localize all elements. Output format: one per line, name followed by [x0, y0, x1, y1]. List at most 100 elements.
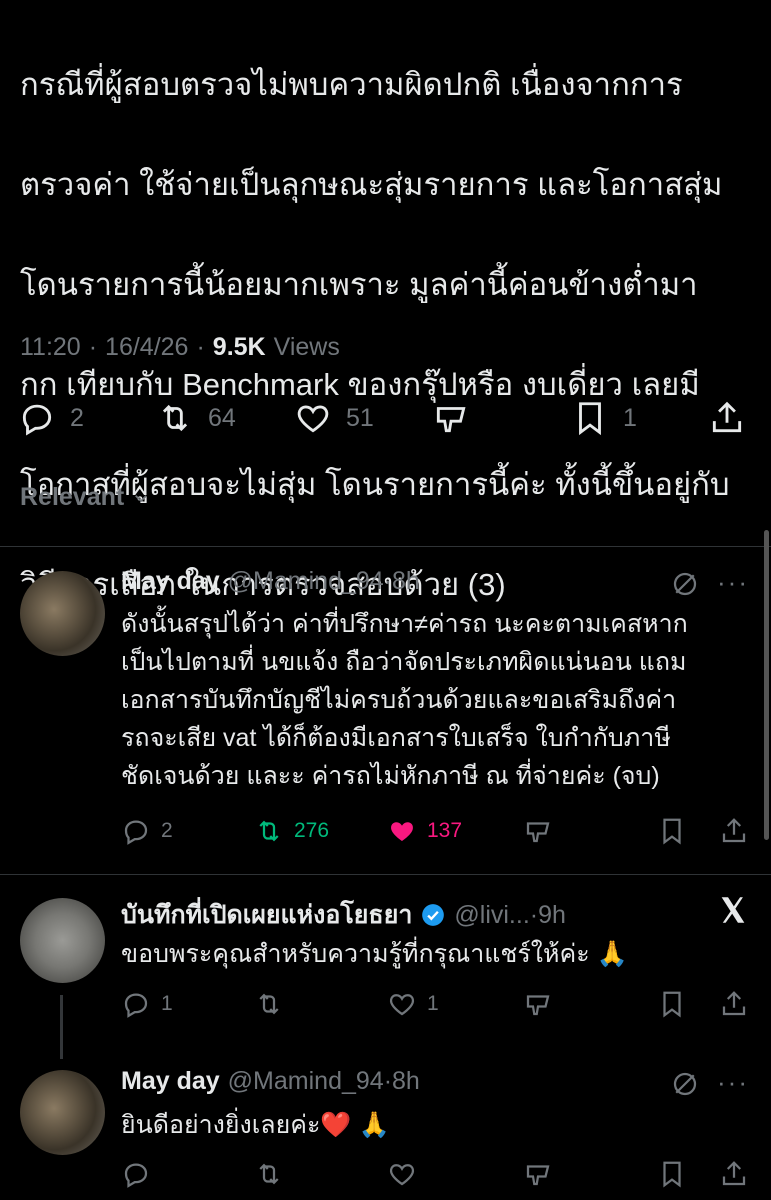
reply-time[interactable]: 8h — [392, 1067, 420, 1096]
bookmark-button[interactable] — [657, 813, 687, 849]
bookmark-button[interactable] — [657, 1156, 687, 1192]
repost-count: 276 — [294, 819, 330, 842]
analytics-icon — [436, 407, 466, 433]
display-name[interactable]: บันทึกที่เปิดเผยแห่งอโยธยา — [121, 895, 412, 935]
thread-connector — [60, 995, 63, 1059]
bookmark-button[interactable] — [657, 986, 687, 1022]
meta-separator: · — [383, 567, 393, 595]
bookmark-icon — [663, 991, 681, 1018]
user-handle[interactable]: @Mamind_94 — [228, 567, 384, 596]
share-button[interactable] — [719, 1156, 749, 1192]
display-name[interactable]: May day — [121, 567, 220, 596]
verified-badge-icon — [422, 904, 445, 926]
repost-icon — [259, 1163, 279, 1185]
reply-actions: 1 1 — [121, 986, 753, 1022]
views-label: Views — [273, 333, 340, 361]
avatar[interactable] — [20, 898, 105, 983]
reply-header: บันทึกที่เปิดเผยแห่งอโยธยา @livi... · 9h — [121, 895, 566, 935]
bookmark-icon — [663, 818, 681, 845]
tweet-line: ตรวจค่า ใช้จ่ายเป็นลุกษณะสุ่มรายการ และโ… — [20, 167, 723, 202]
grok-button[interactable] — [670, 1069, 700, 1099]
reply-button[interactable]: 2 — [18, 396, 84, 440]
like-button[interactable]: 137 — [387, 813, 462, 849]
meta-separator: · — [196, 333, 205, 361]
reply-button[interactable] — [121, 1156, 151, 1192]
share-button[interactable] — [708, 396, 746, 440]
reply-icon — [124, 820, 148, 845]
like-button[interactable] — [387, 1156, 417, 1192]
repost-button[interactable]: 276 — [254, 813, 329, 849]
grok-icon — [673, 572, 697, 596]
share-button[interactable] — [719, 813, 749, 849]
reply-icon — [22, 404, 52, 436]
repost-icon — [259, 993, 279, 1015]
avatar[interactable] — [20, 1070, 105, 1155]
meta-separator: · — [383, 1067, 393, 1095]
x-logo-button[interactable] — [716, 893, 750, 927]
like-icon — [297, 405, 329, 433]
reply-tweet[interactable]: บันทึกที่เปิดเผยแห่งอโยธยา @livi... · 9h… — [0, 875, 771, 1055]
share-icon — [722, 991, 746, 1016]
user-handle[interactable]: @Mamind_94 — [228, 1067, 384, 1096]
reply-time[interactable]: 8h — [392, 567, 420, 596]
repost-icon — [259, 820, 279, 842]
tweet-line: โดนรายการนี้น้อยมากเพราะ มูลค่านี้ค่อนข้… — [20, 267, 698, 302]
tweet-date[interactable]: 16/4/26 — [105, 333, 188, 362]
reply-button[interactable]: 1 — [121, 986, 173, 1022]
user-handle[interactable]: @livi... — [454, 901, 529, 930]
reply-button[interactable]: 2 — [121, 813, 173, 849]
repost-button[interactable] — [254, 986, 284, 1022]
reply-header: May day @Mamind_94 · 8h — [121, 1067, 420, 1096]
reply-count: 1 — [161, 992, 173, 1015]
reply-tweet[interactable]: May day @Mamind_94 · 8h ··· ยินดีอย่างยิ… — [0, 1055, 771, 1200]
display-name[interactable]: May day — [121, 1067, 220, 1096]
analytics-icon — [526, 995, 550, 1016]
tweet-line: กรณีที่ผู้สอบตรวจไม่พบความผิดปกติ เนื่อง… — [20, 67, 683, 102]
bookmark-count: 1 — [623, 403, 637, 432]
like-button[interactable]: 1 — [387, 986, 439, 1022]
analytics-button[interactable] — [523, 813, 553, 849]
meta-separator: · — [88, 333, 98, 361]
repost-button[interactable]: 64 — [156, 396, 236, 440]
reply-sort-dropdown[interactable]: Relevant — [20, 483, 150, 512]
share-button[interactable] — [719, 986, 749, 1022]
repost-button[interactable] — [254, 1156, 284, 1192]
like-icon — [389, 1164, 415, 1186]
chevron-down-icon — [135, 494, 148, 502]
reply-text: ดังนั้นสรุปได้ว่า ค่าที่ปรึกษา≠ค่ารถ นะค… — [121, 610, 688, 790]
share-icon — [722, 1161, 746, 1186]
avatar[interactable] — [20, 571, 105, 656]
tweet-time[interactable]: 11:20 — [20, 333, 81, 362]
reply-text: ยินดีอย่างยิ่งเลยค่ะ❤️ 🙏 — [121, 1111, 390, 1139]
reply-count: 2 — [161, 819, 173, 842]
like-count: 51 — [346, 403, 374, 432]
share-icon — [722, 818, 746, 843]
tweet-meta: 11:20 · 16/4/26 · 9.5K Views — [20, 333, 340, 362]
reply-icon — [124, 1163, 148, 1188]
x-logo-icon — [721, 897, 745, 923]
more-options-button[interactable]: ··· — [717, 567, 749, 598]
grok-icon — [673, 1072, 697, 1096]
tweet-actions: 2 64 51 1 — [18, 396, 753, 440]
grok-button[interactable] — [670, 569, 700, 599]
like-count: 1 — [427, 992, 439, 1015]
more-options-button[interactable]: ··· — [717, 1067, 749, 1098]
analytics-icon — [526, 822, 550, 843]
meta-separator: · — [529, 900, 539, 929]
analytics-button[interactable] — [432, 396, 470, 440]
bookmark-button[interactable]: 1 — [571, 396, 637, 440]
like-icon — [391, 822, 413, 841]
like-count: 137 — [427, 819, 463, 842]
repost-count: 64 — [208, 403, 236, 432]
analytics-button[interactable] — [523, 1156, 553, 1192]
analytics-button[interactable] — [523, 986, 553, 1022]
reply-tweet[interactable]: May day @Mamind_94 · 8h ··· ดังนั้นสรุปไ… — [0, 547, 771, 874]
reply-time[interactable]: 9h — [538, 901, 566, 930]
analytics-icon — [526, 1165, 550, 1186]
like-button[interactable]: 51 — [294, 396, 374, 440]
bookmark-icon — [663, 1161, 681, 1188]
reply-icon — [124, 993, 148, 1018]
like-icon — [389, 994, 415, 1016]
reply-actions: 2 276 137 — [121, 813, 753, 849]
reply-text: ขอบพระคุณสำหรับความรู้ที่กรุณาแชร์ให้ค่ะ… — [121, 940, 628, 968]
